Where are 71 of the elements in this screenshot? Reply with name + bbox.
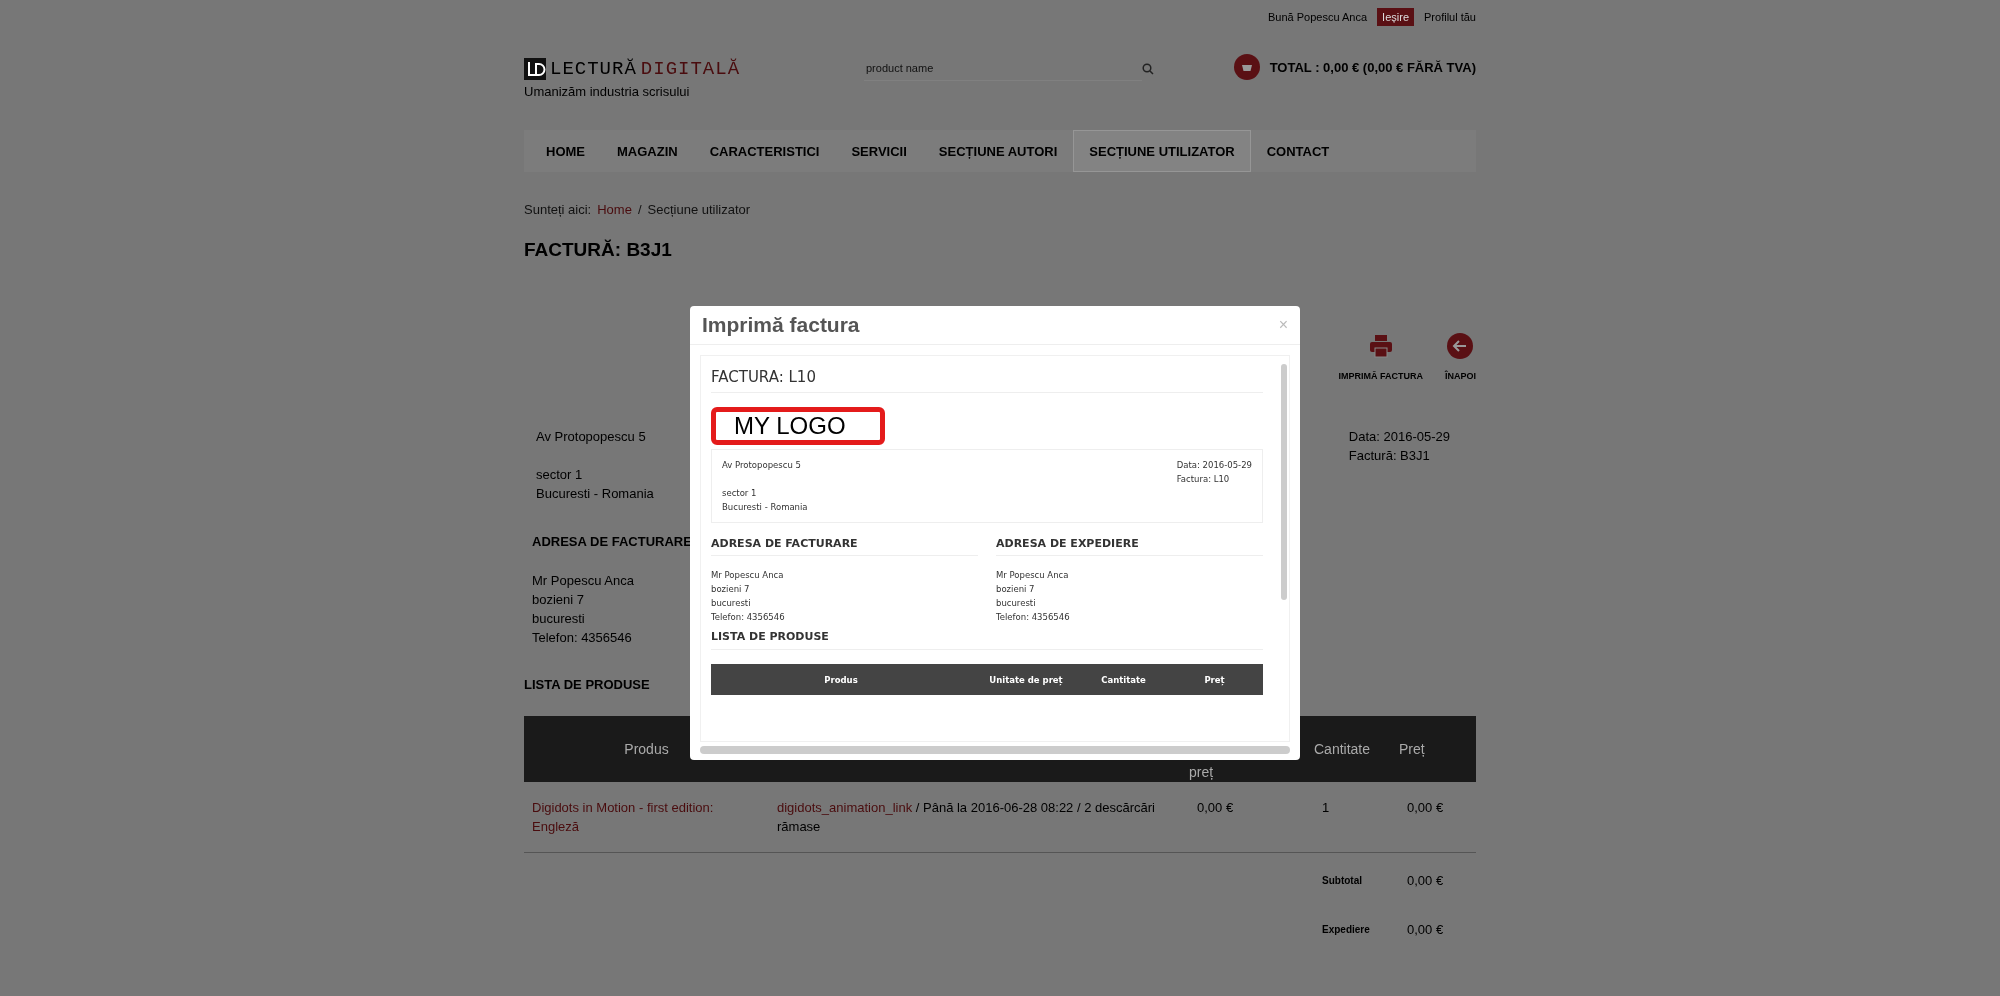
- logo-wordmark[interactable]: DIGITALĂ: [640, 58, 741, 80]
- nav-item[interactable]: SERVICII: [835, 130, 923, 172]
- nav-item[interactable]: CARACTERISTICI: [693, 130, 836, 172]
- total-label: Subtotal: [1321, 874, 1363, 888]
- nav-item[interactable]: CONTACT: [1250, 130, 1346, 172]
- cart-total[interactable]: TOTAL : 0,00 € (0,00 € FĂRĂ TVA): [1269, 59, 1476, 75]
- column-header: Cantitate: [1314, 716, 1399, 782]
- address-line: bucuresti: [711, 597, 752, 610]
- breadcrumb-link[interactable]: Home: [597, 202, 632, 217]
- section-heading: ADRESA DE FACTURARE: [532, 534, 692, 549]
- address-line: Telefon: 4356546: [711, 611, 786, 624]
- section-heading: ADRESA DE FACTURARE: [711, 537, 978, 556]
- address-line: Bucuresti - Romania: [722, 501, 808, 514]
- total-label: Expediere: [1321, 923, 1371, 937]
- logout-link[interactable]: Ieșire: [1377, 8, 1414, 26]
- address-line: bozieni 7: [996, 583, 1036, 596]
- table-cell: 0,00 €: [1399, 782, 1476, 853]
- address-line: Mr Popescu Anca: [532, 572, 634, 590]
- product-link[interactable]: Digidots in Motion - first edition: Engleză: [532, 798, 761, 836]
- section-heading: ADRESA DE EXPEDIERE: [996, 537, 1263, 556]
- invoice-title: FACTURA: L10: [711, 368, 1263, 393]
- table-header: Produs Unitate de preț Cantitate Preț: [711, 664, 1263, 695]
- invoice-meta: Data: 2016-05-29: [1348, 428, 1450, 446]
- column-header: Preț: [1399, 716, 1476, 782]
- address-line: bucuresti: [532, 610, 586, 628]
- logo-highlight: MY LOGO: [711, 407, 885, 445]
- table-cell: 0,00 €: [1189, 782, 1314, 853]
- logo-icon: [524, 58, 546, 80]
- download-link[interactable]: digidots_animation_link: [777, 800, 913, 815]
- nav-item[interactable]: MAGAZIN: [601, 130, 694, 172]
- address-line: bucuresti: [996, 597, 1037, 610]
- address-line: Av Protopopescu 5: [722, 459, 802, 472]
- nav-item[interactable]: HOME: [530, 130, 601, 172]
- address-line: bozieni 7: [711, 583, 751, 596]
- tagline: Umanizăm industria scrisului: [524, 84, 691, 99]
- action-button[interactable]: ÎNAPOI: [1445, 333, 1476, 381]
- table-cell: 1: [1314, 782, 1399, 853]
- logo-wordmark[interactable]: LECTURĂ: [550, 58, 637, 80]
- address-line: Telefon: 4356546: [532, 629, 633, 647]
- total-value: 0,00 €: [1406, 872, 1445, 890]
- printer-icon: [1367, 333, 1394, 359]
- nav-item[interactable]: SECȚIUNE AUTORI: [922, 130, 1074, 172]
- total-value: 0,00 €: [1406, 921, 1445, 939]
- address-line: Telefon: 4356546: [996, 611, 1071, 624]
- address-line: sector 1: [536, 466, 584, 484]
- scrollbar[interactable]: [1281, 364, 1287, 600]
- search-icon[interactable]: [1142, 62, 1154, 75]
- action-button[interactable]: IMPRIMĂ FACTURA: [1338, 333, 1423, 381]
- dialog-title: Imprimă factura: [702, 313, 860, 337]
- section-heading: LISTA DE PRODUSE: [524, 677, 650, 692]
- section-heading: LISTA DE PRODUSE: [711, 630, 1263, 650]
- greeting-text: Bună Popescu Anca: [1268, 11, 1368, 23]
- scrollbar[interactable]: [700, 746, 1290, 754]
- profile-link[interactable]: Profilul tău: [1424, 11, 1476, 23]
- address-line: Mr Popescu Anca: [996, 569, 1070, 582]
- address-line: sector 1: [722, 487, 758, 500]
- search-field[interactable]: product name: [864, 56, 1142, 81]
- address-line: Bucuresti - Romania: [536, 485, 654, 503]
- address-line: Mr Popescu Anca: [711, 569, 785, 582]
- product-details: digidots_animation_link / Până la 2016-06-28 08:22 / 2 descărcări rămase: [769, 782, 1189, 853]
- nav-item[interactable]: SECȚIUNE UTILIZATOR: [1073, 130, 1251, 172]
- address-line: bozieni 7: [532, 591, 586, 609]
- invoice-meta: Data: 2016-05-29: [1176, 459, 1252, 472]
- breadcrumb-separator: /: [637, 202, 642, 217]
- address-line: Av Protopopescu 5: [536, 428, 646, 446]
- breadcrumb-label: Sunteți aici:: [524, 202, 592, 217]
- page-title: FACTURĂ: B3J1: [524, 239, 673, 261]
- invoice-meta: Factură: B3J1: [1348, 447, 1431, 465]
- breadcrumb-current: Secțiune utilizator: [647, 202, 751, 217]
- invoice-meta: Factura: L10: [1176, 473, 1231, 486]
- cart-icon[interactable]: [1233, 54, 1260, 80]
